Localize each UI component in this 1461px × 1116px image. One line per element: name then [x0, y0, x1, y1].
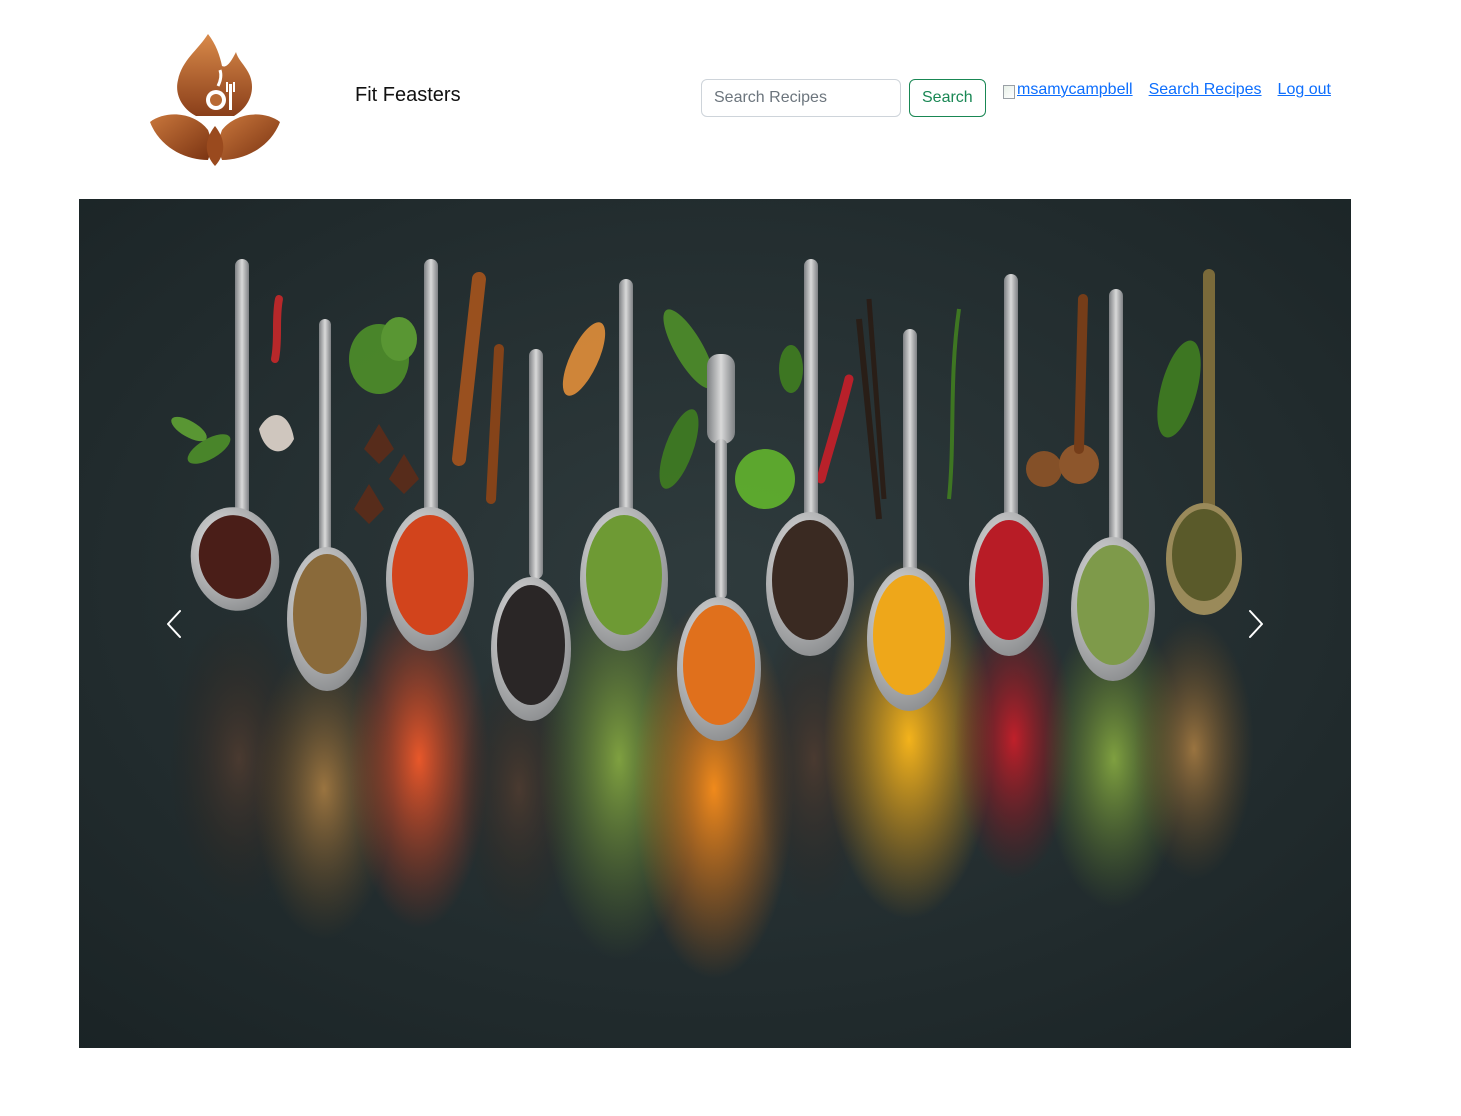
chevron-right-icon — [1249, 609, 1263, 638]
hero-carousel — [79, 199, 1351, 1048]
carousel-next-button[interactable] — [1161, 199, 1351, 1048]
avatar-alt-text: msamycampbell — [1017, 81, 1133, 98]
page: Fit Feasters Search msamycampbell Search… — [0, 0, 1461, 1116]
search-recipes-link[interactable]: Search Recipes — [1149, 81, 1262, 99]
search-form: Search — [701, 79, 986, 117]
brand-name[interactable]: Fit Feasters — [355, 84, 461, 107]
search-button[interactable]: Search — [909, 79, 986, 117]
fit-feasters-logo[interactable] — [146, 30, 284, 168]
site-header: Fit Feasters Search msamycampbell Search… — [0, 0, 1461, 190]
carousel-prev-button[interactable] — [79, 199, 269, 1048]
chevron-left-icon — [167, 609, 181, 638]
logout-link[interactable]: Log out — [1278, 81, 1331, 99]
user-avatar-link[interactable]: msamycampbell — [1003, 81, 1133, 99]
user-nav: msamycampbell Search Recipes Log out — [1003, 81, 1331, 99]
broken-image-icon — [1003, 85, 1015, 99]
search-input[interactable] — [701, 79, 901, 117]
